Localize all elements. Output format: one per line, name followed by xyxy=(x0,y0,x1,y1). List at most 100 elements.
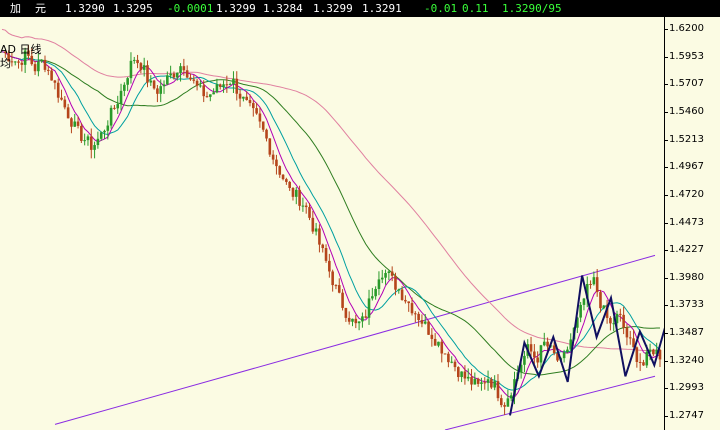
quote-ask: 1.3295 xyxy=(113,2,153,15)
axis-tick-mark xyxy=(664,277,668,279)
candle-body xyxy=(566,349,569,353)
candle-body xyxy=(437,341,440,346)
axis-tick-label: 1.5953 xyxy=(669,50,704,62)
candle-body xyxy=(40,59,43,62)
candle-body xyxy=(361,316,364,322)
candle-body xyxy=(225,84,229,86)
candle-body xyxy=(159,86,163,94)
candle-body xyxy=(397,289,401,291)
price-chart[interactable]: AD 日线 均 xyxy=(0,17,664,430)
candle-body xyxy=(294,189,298,197)
candle-body xyxy=(447,353,450,363)
candle-body xyxy=(638,361,642,363)
candle-body xyxy=(542,341,546,346)
candle-body xyxy=(99,132,103,139)
candle-body xyxy=(407,301,411,304)
candle-body xyxy=(255,108,258,114)
quote-bid-ask: 1.3290/95 xyxy=(502,2,562,15)
candle-body xyxy=(380,277,384,280)
candle-body xyxy=(83,140,86,142)
price-axis: 1.6200 1.5953 1.5707 1.5460 1.5213 1.4967 1.47… xyxy=(664,17,720,430)
candle-body xyxy=(546,341,549,347)
candle-body xyxy=(56,82,60,98)
axis-tick-label: 1.4227 xyxy=(669,244,704,256)
candle-body xyxy=(457,367,460,378)
candle-body xyxy=(480,382,483,384)
candle-body xyxy=(281,174,285,180)
axis-tick-mark xyxy=(664,29,668,31)
axis-tick-label: 1.5460 xyxy=(669,106,704,118)
candle-body xyxy=(73,121,77,127)
quote-label: 加 xyxy=(10,2,21,15)
candle-body xyxy=(235,78,239,94)
axis-tick-mark xyxy=(664,112,668,114)
candle-body xyxy=(400,289,404,300)
axis-tick-mark xyxy=(664,167,668,169)
candle-body xyxy=(367,298,371,318)
candle-body xyxy=(344,307,348,318)
candle-body xyxy=(645,351,649,366)
quote-last: 1.3290 xyxy=(65,2,105,15)
candle-body xyxy=(328,260,331,272)
candle-body xyxy=(142,65,146,70)
candle-body xyxy=(202,85,205,97)
candle-body xyxy=(562,352,566,359)
quote-label-2: 元 xyxy=(35,2,46,15)
channel-lower-line xyxy=(444,375,656,430)
candle-body xyxy=(529,344,533,352)
candle-body xyxy=(357,321,361,324)
candle-body xyxy=(13,61,17,63)
candle-body xyxy=(486,379,490,383)
candle-body xyxy=(166,75,169,85)
candle-body xyxy=(304,205,308,208)
candle-body xyxy=(139,63,143,70)
candle-body xyxy=(321,244,325,249)
candle-body xyxy=(43,59,47,70)
candle-body xyxy=(182,66,186,71)
ma-long-line xyxy=(1,28,660,351)
candle-body xyxy=(453,361,457,368)
candle-body xyxy=(258,113,262,122)
candle-body xyxy=(536,357,539,363)
candle-body xyxy=(622,314,625,328)
candle-body xyxy=(351,318,354,322)
candle-body xyxy=(30,55,34,65)
candle-body xyxy=(53,80,57,83)
candle-body xyxy=(301,205,305,207)
candle-body xyxy=(50,70,53,81)
candle-body xyxy=(162,84,166,87)
candle-body xyxy=(652,349,655,355)
candle-body xyxy=(271,154,275,160)
candle-body xyxy=(189,77,192,80)
candle-body xyxy=(483,382,487,384)
ma-fast-line xyxy=(1,51,661,399)
chart-plot[interactable] xyxy=(0,17,664,430)
candle-body xyxy=(275,159,278,167)
candle-body xyxy=(116,104,120,109)
axis-tick-mark xyxy=(664,139,668,141)
candle-body xyxy=(324,248,328,261)
candle-body xyxy=(109,107,113,126)
candle-body xyxy=(46,69,50,71)
candle-body xyxy=(493,381,496,388)
axis-tick-mark xyxy=(664,194,668,196)
candle-body xyxy=(314,228,318,232)
axis-tick-label: 1.4967 xyxy=(669,161,704,173)
candle-body xyxy=(364,316,368,318)
candle-body xyxy=(265,129,268,139)
candle-body xyxy=(595,277,599,293)
candle-body xyxy=(404,299,407,302)
candle-body xyxy=(463,371,467,379)
axis-tick-label: 1.3980 xyxy=(669,271,704,283)
candle-body xyxy=(443,353,447,355)
axis-tick-mark xyxy=(664,250,668,252)
candle-body xyxy=(106,125,110,131)
candle-body xyxy=(466,376,470,379)
candle-body xyxy=(129,60,133,79)
quote-prev: 1.3291 xyxy=(362,2,402,15)
candle-body xyxy=(390,271,394,276)
candle-body xyxy=(103,130,106,133)
candle-body xyxy=(136,59,139,64)
candle-body xyxy=(533,351,536,358)
candle-body xyxy=(499,398,503,406)
